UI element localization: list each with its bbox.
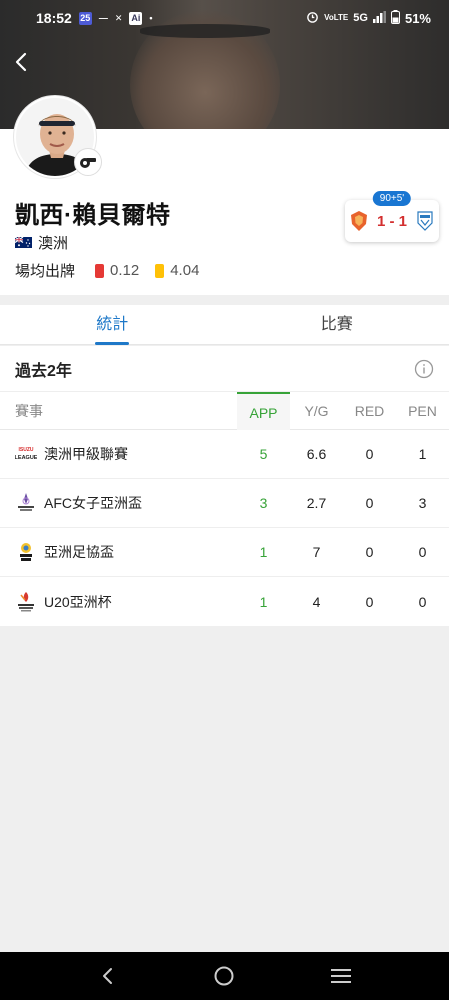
afc-u20-asian-cup-logo [15, 591, 37, 613]
nav-back-button[interactable] [88, 956, 128, 996]
tab-bar: 統計 比賽 [0, 305, 449, 345]
pen-value: 0 [418, 593, 427, 610]
x-notification-icon: ✕ [114, 12, 123, 23]
period-title: 過去2年 [15, 362, 72, 380]
yg-value: 2.7 [306, 495, 327, 511]
volte-icon: VoLTE [324, 13, 349, 22]
table-header: 賽事 APP Y/G RED PEN [0, 391, 449, 430]
header-red[interactable]: RED [343, 403, 396, 419]
alarm-icon [306, 10, 319, 26]
player-name: 凱西·賴貝爾特 [15, 202, 171, 229]
red-value: 0 [365, 544, 374, 560]
red-value: 0 [365, 446, 374, 462]
pen-value: 1 [418, 446, 427, 462]
live-match-widget[interactable]: 90+5' 1 - 1 [345, 191, 439, 242]
nav-home-button[interactable] [204, 956, 244, 996]
back-arrow-icon [15, 52, 27, 72]
back-button[interactable] [10, 50, 34, 74]
competition-name: 亞洲足協盃 [44, 544, 114, 560]
tab-matches[interactable]: 比賽 [225, 305, 449, 344]
more-notifications-icon: • [149, 13, 153, 23]
table-row[interactable]: U20亞洲杯 1 4 0 0 [0, 577, 449, 626]
referee-whistle-icon [74, 148, 102, 176]
app-notification-icon: 25 [78, 11, 92, 25]
nav-home-icon [214, 966, 234, 986]
nav-recents-icon [330, 969, 351, 983]
red-card-average: 0.12 [110, 262, 140, 279]
app-value: 1 [259, 593, 268, 610]
yellow-card-icon [155, 263, 165, 278]
australia-flag-icon [15, 237, 32, 248]
afc-womens-asian-cup-logo [15, 492, 37, 514]
yellow-card-average: 4.04 [170, 262, 200, 279]
signal-icon [372, 10, 386, 26]
tab-statistics[interactable]: 統計 [0, 305, 225, 344]
svg-text:ISUZU: ISUZU [19, 447, 34, 453]
table-row[interactable]: 亞洲足協盃 1 7 0 0 [0, 528, 449, 577]
dash-notification-icon: — [98, 13, 108, 23]
cards-per-game: 場均出牌 0.12 4.04 [15, 260, 215, 281]
status-bar: 18:52 25 — ✕ Ai • VoLTE 5G 51% [0, 0, 449, 36]
match-score: 1 - 1 [376, 212, 407, 230]
ai-notification-icon: Ai [129, 11, 143, 25]
nav-back-icon [103, 968, 113, 984]
red-value: 0 [365, 593, 374, 610]
table-row[interactable]: ISUZU LEAGUE 澳洲甲級聯賽 5 6.6 0 1 [0, 430, 449, 479]
app-value: 3 [259, 495, 268, 511]
yg-value: 7 [312, 544, 321, 560]
network-type: 5G [353, 12, 368, 24]
away-team-crest-icon [417, 211, 433, 231]
header-app[interactable]: APP [237, 391, 290, 430]
competition-name: U20亞洲杯 [44, 593, 112, 610]
red-value: 0 [365, 495, 374, 511]
red-card-icon [95, 263, 105, 278]
competition-name: AFC女子亞洲盃 [44, 495, 142, 511]
yg-value: 4 [312, 593, 321, 610]
competition-name: 澳洲甲級聯賽 [44, 446, 128, 462]
stats-section: 過去2年 賽事 APP Y/G RED PEN ISUZU LEAGUE 澳洲甲級… [0, 346, 449, 626]
cards-label: 場均出牌 [15, 263, 76, 280]
header-pen[interactable]: PEN [396, 403, 449, 419]
header-competition: 賽事 [15, 402, 43, 419]
afc-cup-logo [15, 541, 37, 563]
a-league-logo: ISUZU LEAGUE [15, 443, 37, 465]
home-team-crest-icon [351, 211, 367, 231]
player-country: 澳洲 [15, 232, 68, 253]
country-name: 澳洲 [38, 235, 69, 252]
table-row[interactable]: AFC女子亞洲盃 3 2.7 0 3 [0, 479, 449, 528]
nav-recents-button[interactable] [321, 956, 361, 996]
header-yg[interactable]: Y/G [290, 403, 343, 419]
system-navigation-bar [0, 952, 449, 1000]
battery-level: 51% [404, 10, 431, 26]
pen-value: 3 [418, 495, 427, 511]
info-icon[interactable] [414, 359, 434, 379]
status-time: 18:52 [36, 10, 72, 26]
yg-value: 6.6 [306, 446, 327, 462]
match-time-badge: 90+5' [372, 191, 412, 206]
section-header: 過去2年 [0, 346, 449, 392]
app-value: 5 [259, 446, 268, 462]
svg-text:LEAGUE: LEAGUE [15, 455, 37, 461]
pen-value: 0 [418, 544, 427, 560]
app-value: 1 [259, 544, 268, 560]
battery-icon [390, 9, 400, 27]
